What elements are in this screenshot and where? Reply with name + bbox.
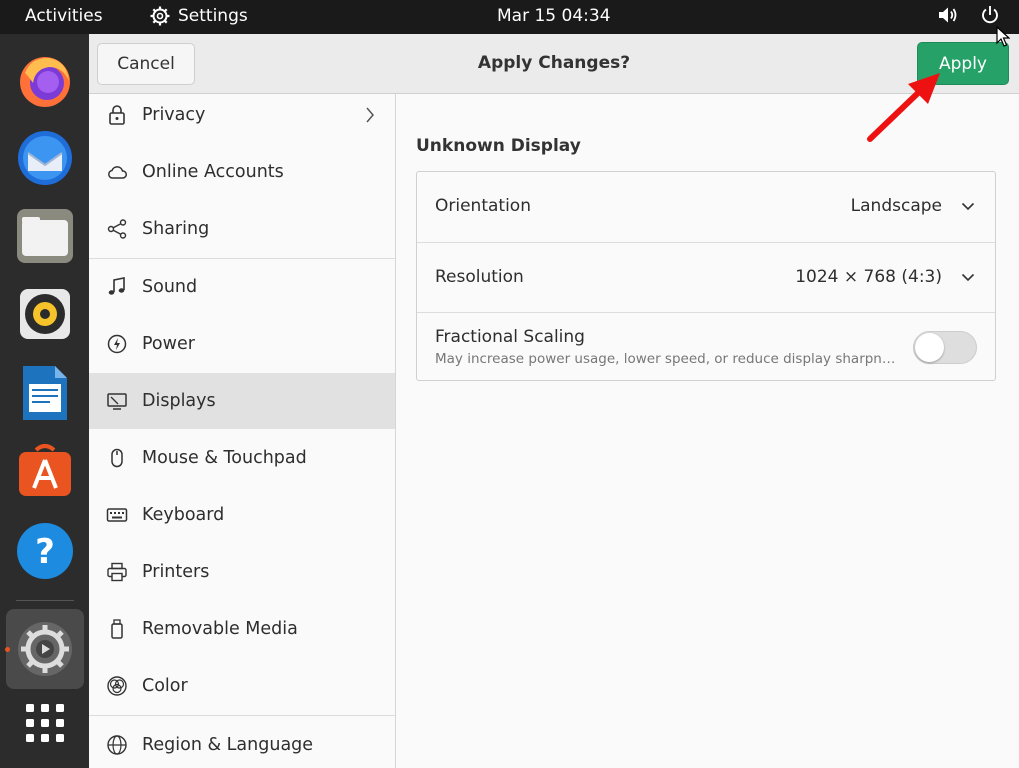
top-bar: Activities Settings Mar 15 04:34	[0, 0, 1019, 34]
dock-firefox[interactable]	[16, 52, 74, 110]
folder-icon	[17, 209, 73, 263]
dock-thunderbird[interactable]	[16, 129, 74, 187]
fractional-scaling-label: Fractional Scaling	[435, 327, 585, 347]
displays-panel: Unknown Display Orientation Landscape Re…	[397, 94, 1019, 768]
app-menu[interactable]: Settings	[150, 6, 248, 26]
sidebar-item-privacy[interactable]: Privacy	[89, 94, 395, 143]
chevron-right-icon	[366, 107, 374, 123]
activities-button[interactable]: Activities	[25, 6, 103, 26]
color-icon	[107, 676, 127, 696]
dock-separator	[16, 600, 74, 601]
chevron-down-icon	[961, 202, 975, 211]
fractional-scaling-description: May increase power usage, lower speed, o…	[435, 351, 900, 367]
thunderbird-icon	[18, 131, 72, 185]
sidebar-item-sharing[interactable]: Sharing	[89, 201, 395, 257]
sidebar-separator	[89, 715, 395, 716]
app-store-icon	[19, 444, 71, 496]
sidebar-item-label: Color	[142, 676, 188, 696]
sidebar-item-sound[interactable]: Sound	[89, 259, 395, 315]
fractional-scaling-switch[interactable]	[913, 331, 977, 364]
globe-icon	[107, 735, 127, 755]
sidebar-item-label: Sharing	[142, 219, 210, 239]
resolution-value[interactable]: 1024 × 768 (4:3)	[795, 267, 942, 287]
sidebar-item-printers[interactable]: Printers	[89, 544, 395, 600]
sidebar-item-color[interactable]: Color	[89, 658, 395, 714]
resolution-label: Resolution	[435, 267, 524, 287]
power-bolt-icon	[107, 334, 127, 354]
sidebar-item-label: Displays	[142, 391, 216, 411]
sidebar-item-label: Removable Media	[142, 619, 298, 639]
lock-icon	[109, 105, 125, 125]
dock-help[interactable]: ?	[16, 522, 74, 580]
orientation-value[interactable]: Landscape	[851, 196, 942, 216]
printer-icon	[107, 562, 127, 582]
settings-icon	[18, 622, 72, 676]
cloud-icon	[108, 166, 127, 179]
chevron-down-icon	[961, 273, 975, 282]
display-settings-list: Orientation Landscape Resolution 1024 × …	[416, 171, 996, 381]
music-note-icon	[108, 277, 125, 295]
dock: ?	[0, 34, 89, 768]
orientation-label: Orientation	[435, 196, 531, 216]
sidebar-item-mouse-touchpad[interactable]: Mouse & Touchpad	[89, 430, 395, 486]
sidebar-item-label: Mouse & Touchpad	[142, 448, 307, 468]
display-icon	[107, 393, 127, 410]
sidebar-item-label: Printers	[142, 562, 210, 582]
sidebar-item-online-accounts[interactable]: Online Accounts	[89, 144, 395, 200]
firefox-icon	[20, 57, 70, 107]
sidebar-item-label: Privacy	[142, 105, 206, 125]
sidebar-item-removable-media[interactable]: Removable Media	[89, 601, 395, 657]
sidebar-item-label: Power	[142, 334, 195, 354]
display-name: Unknown Display	[416, 136, 581, 156]
gear-icon	[150, 6, 170, 26]
dock-software[interactable]	[16, 440, 74, 498]
usb-icon	[111, 619, 123, 639]
settings-sidebar: Privacy Online Accounts Sharing Sound Po…	[89, 94, 396, 768]
dock-rhythmbox[interactable]	[16, 285, 74, 343]
orientation-row[interactable]: Orientation Landscape	[417, 172, 995, 242]
dock-settings[interactable]	[16, 620, 74, 678]
sidebar-item-power[interactable]: Power	[89, 316, 395, 372]
share-icon	[107, 219, 127, 239]
apps-grid-icon	[26, 704, 64, 742]
clock[interactable]: Mar 15 04:34	[497, 6, 611, 26]
sidebar-item-region-language[interactable]: Region & Language	[89, 717, 395, 768]
keyboard-icon	[106, 508, 128, 522]
annotation-arrow-icon	[867, 73, 940, 142]
sidebar-item-label: Online Accounts	[142, 162, 284, 182]
system-tray[interactable]	[938, 5, 1000, 25]
dock-show-apps[interactable]	[16, 694, 74, 752]
svg-text:?: ?	[35, 532, 55, 572]
running-indicator	[5, 647, 10, 652]
speaker-icon	[20, 289, 70, 339]
help-icon: ?	[17, 523, 73, 579]
sidebar-item-displays[interactable]: Displays	[89, 373, 395, 429]
dock-writer[interactable]	[16, 364, 74, 422]
fractional-scaling-row: Fractional Scaling May increase power us…	[417, 312, 995, 382]
sidebar-item-label: Sound	[142, 277, 198, 297]
mouse-pointer-icon	[996, 26, 1010, 47]
sidebar-item-label: Keyboard	[142, 505, 225, 525]
mouse-icon	[111, 448, 123, 468]
document-icon	[23, 366, 67, 420]
app-name: Settings	[178, 6, 248, 26]
sidebar-item-label: Region & Language	[142, 735, 314, 755]
volume-icon[interactable]	[938, 6, 958, 24]
resolution-row[interactable]: Resolution 1024 × 768 (4:3)	[417, 242, 995, 312]
dock-files[interactable]	[16, 207, 74, 265]
switch-knob	[915, 333, 944, 362]
sidebar-item-keyboard[interactable]: Keyboard	[89, 487, 395, 543]
power-icon[interactable]	[980, 5, 1000, 25]
